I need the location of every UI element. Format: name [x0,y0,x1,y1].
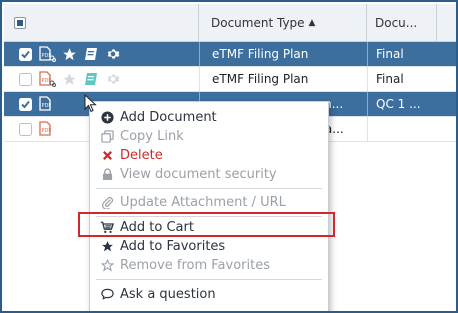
add-to-cart-highlight-box [78,212,335,237]
context-menu: Add Document Copy Link Delete View docum… [89,101,329,311]
close-icon [100,148,114,162]
table-row[interactable]: PDF eTMF Filing Plan Final [4,41,456,67]
pdf-link-icon[interactable]: PDF [36,71,58,87]
column-header-document[interactable]: Docu... [367,4,437,42]
menu-item-ask-question-label: Ask a question [120,286,216,302]
pdf-icon[interactable]: PDF [36,121,58,137]
grid-header: Document Type ▲ Docu... [4,4,456,42]
chat-bubble-icon [100,287,114,301]
menu-divider [96,279,322,280]
paperclip-icon [100,195,114,209]
cell-document-type: eTMF Filing Plan [199,66,367,92]
menu-item-remove-from-favorites[interactable]: Remove from Favorites [100,256,270,274]
row-checkbox[interactable] [14,96,36,112]
cell-document-type: eTMF Filing Plan [199,41,367,67]
table-row[interactable]: PDF eTMF Filing Plan Final [4,66,456,92]
column-header-document-type[interactable]: Document Type ▲ [199,4,367,42]
menu-item-ask-question[interactable]: Ask a question [100,285,216,303]
left-gutter [4,147,20,311]
menu-item-view-security[interactable]: View document security [100,165,277,183]
pdf-link-icon[interactable]: PDF [36,46,58,62]
menu-item-add-to-favorites-label: Add to Favorites [120,238,226,254]
menu-item-add-document[interactable]: Add Document [100,108,217,126]
star-icon[interactable] [58,46,80,62]
menu-item-add-document-label: Add Document [120,109,217,125]
menu-item-view-security-label: View document security [120,166,277,182]
cell-document: Final [367,41,437,67]
star-outline-icon [100,258,114,272]
mouse-pointer-icon [84,93,98,118]
sort-ascending-icon[interactable]: ▲ [309,18,316,28]
menu-item-copy-link-label: Copy Link [120,128,184,144]
svg-text:PDF: PDF [42,103,52,109]
row-icons-cell: PDF [4,46,199,62]
book-icon[interactable] [80,46,102,62]
column-header-document-type-label: Document Type [211,16,305,30]
cell-document [367,116,437,142]
svg-text:PDF: PDF [42,128,52,134]
gear-icon[interactable] [102,71,124,87]
row-checkbox[interactable] [14,71,36,87]
menu-item-update-attachment[interactable]: Update Attachment / URL [100,193,286,211]
star-icon[interactable] [58,71,80,87]
row-checkbox[interactable] [14,46,36,62]
menu-item-update-attachment-label: Update Attachment / URL [120,194,286,210]
book-icon[interactable] [80,71,102,87]
lock-icon [100,167,114,181]
header-select-cell [4,4,199,42]
row-checkbox[interactable] [14,121,36,137]
menu-item-remove-from-favorites-label: Remove from Favorites [120,257,270,273]
menu-divider [96,188,322,189]
column-header-rest [437,4,456,42]
cell-document: QC 1 ... [367,91,437,117]
column-header-document-label: Docu... [375,16,418,30]
menu-item-add-to-favorites[interactable]: Add to Favorites [100,237,225,255]
plus-circle-icon [100,110,114,124]
select-all-checkbox[interactable] [14,17,26,29]
menu-item-delete[interactable]: Delete [100,146,163,164]
cell-document: Final [367,66,437,92]
copy-icon [100,129,114,143]
gear-icon[interactable] [102,46,124,62]
document-grid-window: Document Type ▲ Docu... PDF eTMF Filing … [0,0,458,313]
menu-item-copy-link[interactable]: Copy Link [100,127,184,145]
menu-item-delete-label: Delete [120,147,163,163]
pdf-icon[interactable]: PDF [36,96,58,112]
star-icon [100,239,114,253]
row-icons-cell: PDF [4,71,199,87]
